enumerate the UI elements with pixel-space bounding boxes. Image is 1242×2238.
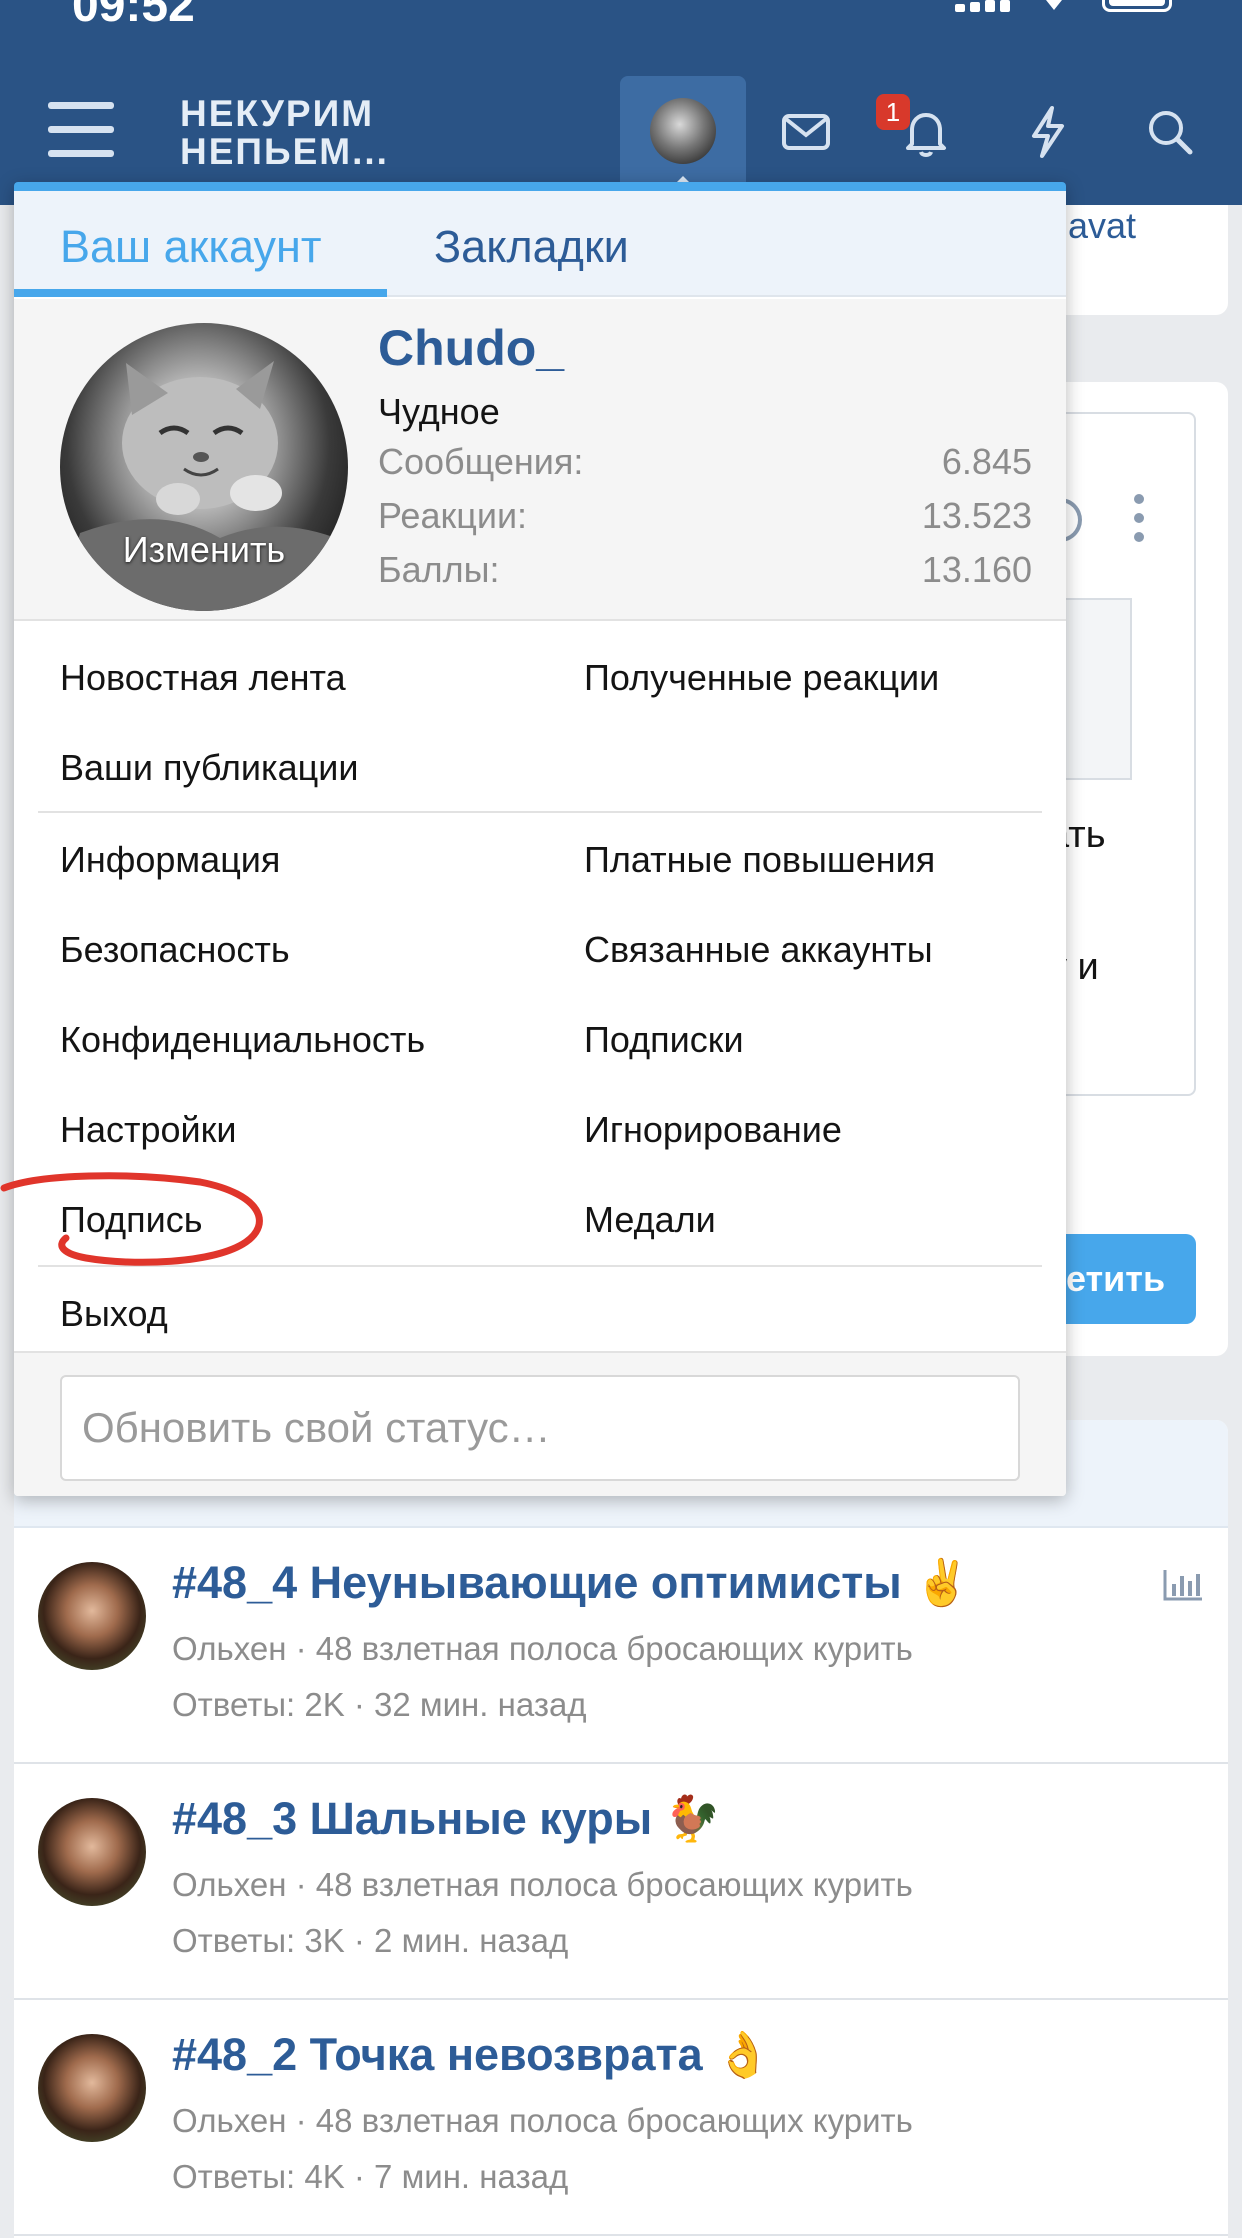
menu-link-medals[interactable]: Медали xyxy=(584,1199,716,1241)
stat-label: Баллы: xyxy=(378,549,500,590)
avatar[interactable] xyxy=(38,2034,146,2142)
thread-meta: Ольхен · 48 взлетная полоса бросающих ку… xyxy=(172,1866,913,1903)
wifi-icon xyxy=(1046,0,1062,10)
account-avatar-button[interactable] xyxy=(620,76,746,190)
avatar[interactable] xyxy=(38,1562,146,1670)
background-card: avat xyxy=(1060,205,1228,315)
profile-username[interactable]: Chudo_ xyxy=(378,319,564,377)
menu-link-reactions-received[interactable]: Полученные реакции xyxy=(584,657,939,699)
menu-link-paid-upgrades[interactable]: Платные повышения xyxy=(584,839,935,881)
stat-value: 13.160 xyxy=(921,549,1032,590)
menu-link-privacy[interactable]: Конфиденциальность xyxy=(60,1019,425,1061)
thread-stats: Ответы: 3K · 2 мин. назад xyxy=(172,1922,569,1959)
active-tab-indicator xyxy=(14,289,387,297)
avatar[interactable] xyxy=(38,1798,146,1906)
search-icon[interactable] xyxy=(1138,100,1202,164)
menu-link-following[interactable]: Подписки xyxy=(584,1019,744,1061)
notification-badge: 1 xyxy=(876,94,910,130)
account-menu: Ваш аккаунт Закладки Изменить Chudo_ Чуд… xyxy=(14,182,1066,1496)
stat-value: 13.523 xyxy=(921,495,1032,536)
stat-value: 6.845 xyxy=(941,441,1032,482)
menu-link-account-details[interactable]: Информация xyxy=(60,839,280,881)
avatar xyxy=(650,98,716,164)
menu-link-news-feed[interactable]: Новостная лента xyxy=(60,657,346,699)
logo-line-2: НЕПЬЕМ... xyxy=(180,131,389,172)
status-update-input[interactable] xyxy=(60,1375,1020,1481)
background-panel: ать у и етить xyxy=(1040,382,1228,1356)
signature-highlight-annotation xyxy=(0,1172,263,1266)
profile-user-title: Чудное xyxy=(378,391,500,432)
thread-list: #48_4 Неунывающие оптимисты ✌️ Ольхен · … xyxy=(14,1420,1228,2238)
logout-link[interactable]: Выход xyxy=(60,1293,168,1335)
menu-link-ignoring[interactable]: Игнорирование xyxy=(584,1109,842,1151)
more-vertical-icon[interactable] xyxy=(1134,494,1144,542)
poll-icon xyxy=(1163,1570,1202,1601)
signal-icon xyxy=(955,0,1013,12)
mail-icon[interactable] xyxy=(774,100,838,164)
menu-link-security[interactable]: Безопасность xyxy=(60,929,290,971)
thread-meta: Ольхен · 48 взлетная полоса бросающих ку… xyxy=(172,1630,913,1667)
list-item[interactable]: #48_2 Точка невозврата 👌 Ольхен · 48 взл… xyxy=(14,2000,1228,2236)
list-item[interactable]: #48_3 Шальные куры 🐓 Ольхен · 48 взлетна… xyxy=(14,1764,1228,2000)
background-link-fragment: avat xyxy=(1068,205,1137,246)
tab-bookmarks[interactable]: Закладки xyxy=(434,221,629,273)
thread-meta: Ольхен · 48 взлетная полоса бросающих ку… xyxy=(172,2102,913,2139)
menu-divider xyxy=(38,811,1042,813)
thread-stats: Ответы: 2K · 32 мин. назад xyxy=(172,1686,587,1723)
status-update-area xyxy=(14,1351,1066,1496)
app-header: 09:52 НЕКУРИМ НЕПЬЕМ... 1 xyxy=(0,0,1242,205)
site-logo[interactable]: НЕКУРИМ НЕПЬЕМ... xyxy=(180,95,389,171)
thread-stats: Ответы: 4K · 7 мин. назад xyxy=(172,2158,569,2195)
stat-label: Реакции: xyxy=(378,495,528,536)
profile-avatar[interactable]: Изменить xyxy=(60,323,348,611)
menu-icon[interactable] xyxy=(48,102,114,158)
tab-your-account[interactable]: Ваш аккаунт xyxy=(60,221,322,273)
menu-link-your-content[interactable]: Ваши публикации xyxy=(60,747,358,789)
thread-title[interactable]: #48_2 Точка невозврата 👌 xyxy=(172,2028,771,2081)
menu-link-connected-accounts[interactable]: Связанные аккаунты xyxy=(584,929,933,971)
battery-icon xyxy=(1102,0,1172,12)
account-menu-tabs: Ваш аккаунт Закладки xyxy=(14,191,1066,297)
lightning-icon[interactable] xyxy=(1016,100,1080,164)
status-bar-time: 09:52 xyxy=(72,0,195,32)
thread-title[interactable]: #48_3 Шальные куры 🐓 xyxy=(172,1792,721,1845)
list-item[interactable]: #48_4 Неунывающие оптимисты ✌️ Ольхен · … xyxy=(14,1528,1228,1764)
thread-title[interactable]: #48_4 Неунывающие оптимисты ✌️ xyxy=(172,1556,970,1609)
profile-summary: Изменить Chudo_ Чудное Сообщения: 6.845 … xyxy=(14,299,1066,621)
stat-label: Сообщения: xyxy=(378,441,584,482)
avatar-change-button[interactable]: Изменить xyxy=(60,529,348,571)
logo-line-1: НЕКУРИМ xyxy=(180,93,375,134)
